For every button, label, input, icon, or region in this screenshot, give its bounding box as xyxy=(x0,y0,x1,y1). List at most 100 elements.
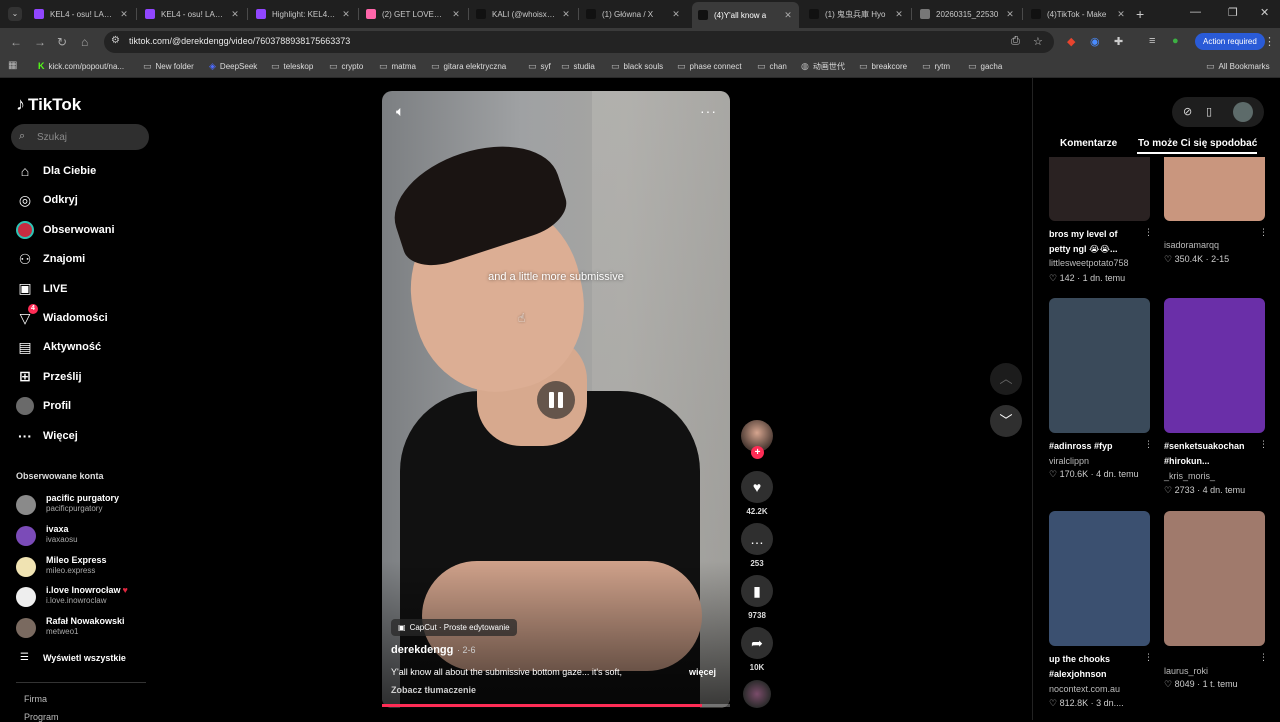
followed-account[interactable]: pacific purgatory pacificpurgatory xyxy=(16,493,156,519)
follow-plus-icon[interactable]: + xyxy=(751,446,764,459)
bookmark-item[interactable]: Kkick.com/popout/na... xyxy=(38,61,124,71)
followed-account[interactable]: Rafał Nowakowski metweo1 xyxy=(16,616,156,642)
bookmark-item[interactable]: ▭ breakcore xyxy=(859,61,907,72)
search-input[interactable] xyxy=(37,128,143,146)
video-thumbnail[interactable] xyxy=(1049,298,1150,433)
video-title[interactable]: bros my level of petty ngl 😭😭... xyxy=(1049,227,1139,257)
recommended-video-card[interactable]: ⋮ isadoramarqq ♡ 350.4K · 2-15 xyxy=(1164,157,1268,268)
more-options-icon[interactable]: ⋮ xyxy=(1144,652,1153,663)
sidebar-item-home[interactable]: ⌂ Dla Ciebie xyxy=(16,160,156,182)
video-thumbnail[interactable] xyxy=(1049,157,1150,221)
bookmark-item[interactable]: ▭ teleskop xyxy=(271,61,313,72)
more-options-icon[interactable]: ⋮ xyxy=(1259,439,1268,450)
device-icon[interactable]: ▯ xyxy=(1206,105,1212,118)
video-author[interactable]: viralclippn xyxy=(1049,456,1089,466)
tab-close-icon[interactable]: ✕ xyxy=(894,9,904,20)
browser-tab[interactable]: (1) 鬼虫兵庫 Hyo ✕ xyxy=(803,3,910,25)
media-control-icon[interactable]: ≡ xyxy=(1149,35,1155,47)
browser-tab[interactable]: 20260315_22530 ✕ xyxy=(914,3,1021,25)
browser-tab[interactable]: Highlight: KEL4 - o ✕ xyxy=(250,3,357,25)
reload-icon[interactable]: ↻ xyxy=(57,35,67,49)
home-browser-icon[interactable]: ⌂ xyxy=(81,35,88,49)
sidebar-item-live[interactable]: ▣ LIVE xyxy=(16,278,156,300)
followed-account[interactable]: ivaxa ivaxaosu xyxy=(16,524,156,550)
bookmark-item[interactable]: ▭ syf xyxy=(528,61,551,72)
next-video-button[interactable]: ﹀ xyxy=(990,405,1022,437)
site-info-icon[interactable]: ⚙ xyxy=(111,35,120,46)
followed-account[interactable]: i.love Inowrocław ♥ i.love.inowroclaw xyxy=(16,585,156,611)
tab-close-icon[interactable]: ✕ xyxy=(230,9,240,20)
coin-icon[interactable]: ⊘ xyxy=(1183,105,1192,118)
sidebar-item-more[interactable]: ··· Więcej xyxy=(16,425,156,447)
profile-icon[interactable]: ● xyxy=(1172,35,1179,47)
browser-tab[interactable]: (2) GET LOVED - J ✕ xyxy=(360,3,467,25)
bookmark-button[interactable]: ▮ xyxy=(741,575,773,607)
video-title[interactable]: up the chooks #alexjohnson xyxy=(1049,652,1139,682)
tab-comments[interactable]: Komentarze xyxy=(1060,138,1117,149)
bookmark-item[interactable]: ▭ New folder xyxy=(143,61,194,72)
extension-icon[interactable]: ◆ xyxy=(1067,35,1075,48)
tab-close-icon[interactable]: ✕ xyxy=(1005,9,1015,20)
capcut-badge[interactable]: ▣ CapCut · Proste edytowanie xyxy=(391,619,517,636)
video-thumbnail[interactable] xyxy=(1164,511,1265,646)
video-author[interactable]: _kris_moris_ xyxy=(1164,471,1215,481)
new-tab-button[interactable]: + xyxy=(1136,6,1144,22)
followed-account[interactable]: Mileo Express mileo.express xyxy=(16,555,156,581)
install-app-icon[interactable]: ⎙ xyxy=(1011,35,1020,48)
tab-search-icon[interactable]: ⌄ xyxy=(8,7,22,21)
more-options-icon[interactable]: ⋮ xyxy=(1259,652,1268,663)
share-button[interactable]: ➦ xyxy=(741,627,773,659)
sound-disc[interactable] xyxy=(743,680,771,708)
extensions-puzzle-icon[interactable]: ✚ xyxy=(1114,35,1123,48)
restore-icon[interactable]: ❐ xyxy=(1228,6,1238,19)
sidebar-item-friends[interactable]: ⚇ Znajomi xyxy=(16,248,156,270)
bookmark-item[interactable]: ▭ matma xyxy=(379,61,416,72)
show-all-button[interactable]: ☰ Wyświetl wszystkie xyxy=(20,652,126,663)
video-author[interactable]: nocontext.com.au xyxy=(1049,684,1120,694)
tab-close-icon[interactable]: ✕ xyxy=(119,9,129,20)
volume-icon[interactable]: 🔈︎ xyxy=(396,103,404,120)
minimize-icon[interactable]: — xyxy=(1190,6,1201,18)
sidebar-item-upload[interactable]: ⊞ Prześlij xyxy=(16,366,156,388)
apps-grid-icon[interactable]: ▦ xyxy=(8,60,17,71)
sidebar-item-profile[interactable]: Profil xyxy=(16,395,156,417)
bookmark-item[interactable]: ◍ 动画世代 xyxy=(801,61,845,72)
tab-you-may-like[interactable]: To może Ci się spodobać xyxy=(1138,138,1257,149)
tab-close-icon[interactable]: ✕ xyxy=(671,9,681,20)
tab-close-icon[interactable]: ✕ xyxy=(451,9,461,20)
tab-close-icon[interactable]: ✕ xyxy=(341,9,351,20)
forward-icon[interactable]: → xyxy=(34,35,46,49)
video-author[interactable]: littlesweetpotato758 xyxy=(1049,258,1129,268)
tab-close-icon[interactable]: ✕ xyxy=(1116,9,1126,20)
browser-tab[interactable]: KEL4 - osu! LAN T ✕ xyxy=(28,3,135,25)
previous-video-button[interactable]: ︿ xyxy=(990,363,1022,395)
footer-link-program[interactable]: Program xyxy=(24,712,59,722)
url-text[interactable]: tiktok.com/@derekdengg/video/76037889381… xyxy=(129,36,350,46)
browser-tab[interactable]: KALI (@whoisxkali ✕ xyxy=(470,3,577,25)
sidebar-item-messages[interactable]: ▽ 4 Wiadomości xyxy=(16,304,156,329)
tab-close-icon[interactable]: ✕ xyxy=(783,10,793,21)
more-options-icon[interactable]: ⋮ xyxy=(1144,439,1153,450)
all-bookmarks-button[interactable]: ▭ All Bookmarks xyxy=(1206,61,1270,72)
sidebar-item-compass[interactable]: ◎ Odkryj xyxy=(16,189,156,211)
bookmark-item[interactable]: ▭ phase connect xyxy=(677,61,742,72)
recommended-video-card[interactable]: #adinross #fyp ⋮ viralclippn ♡ 170.6K · 4 d… xyxy=(1049,298,1153,483)
translate-link[interactable]: Zobacz tłumaczenie xyxy=(391,685,476,695)
avatar[interactable] xyxy=(1233,102,1253,122)
footer-link-firma[interactable]: Firma xyxy=(24,694,47,704)
bookmark-star-icon[interactable]: ☆ xyxy=(1033,35,1043,48)
video-thumbnail[interactable] xyxy=(1164,157,1265,221)
video-author[interactable]: laurus_roki xyxy=(1164,666,1208,676)
action-required-button[interactable]: Action required xyxy=(1195,33,1265,50)
bookmark-item[interactable]: ▭ rytm xyxy=(922,61,950,72)
more-options-icon[interactable]: ··· xyxy=(700,103,717,119)
recommended-video-card[interactable]: bros my level of petty ngl 😭😭... ⋮ littles… xyxy=(1049,157,1153,287)
bookmark-item[interactable]: ▭ chan xyxy=(757,61,787,72)
like-button[interactable]: ♥ xyxy=(741,471,773,503)
pause-button[interactable] xyxy=(537,381,575,419)
browser-menu-icon[interactable]: ⋮ xyxy=(1264,35,1275,48)
video-progress-bar[interactable] xyxy=(382,704,730,707)
browser-tab[interactable]: (4)TikTok - Make ✕ xyxy=(1025,3,1132,25)
bookmark-item[interactable]: ▭ gacha xyxy=(968,61,1002,72)
more-options-icon[interactable]: ⋮ xyxy=(1144,227,1153,238)
